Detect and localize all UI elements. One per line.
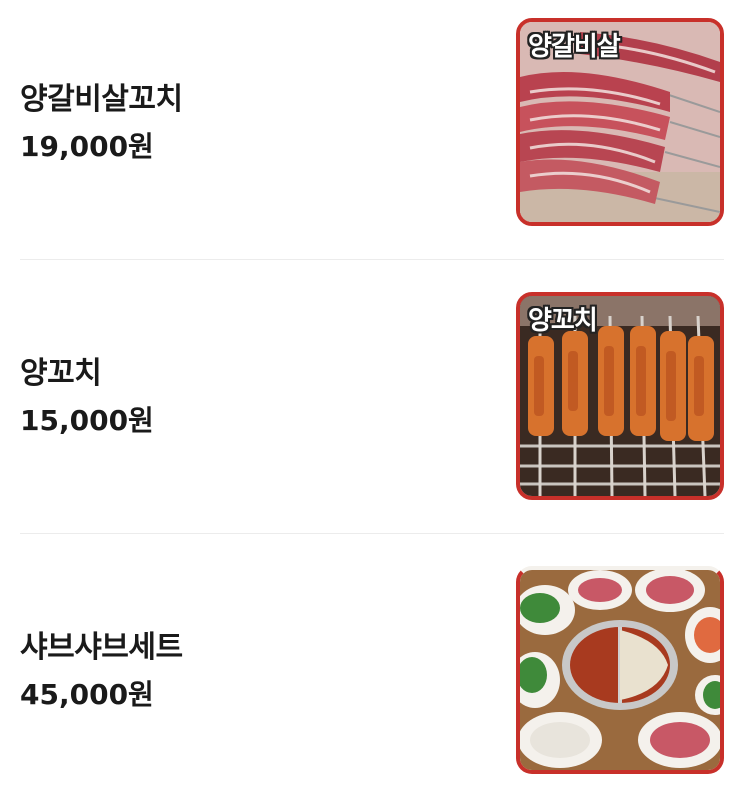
menu-item-text: 샤브샤브세트 45,000원 xyxy=(20,534,183,808)
menu-item-lamb-skewer[interactable]: 양꼬치 15,000원 양꼬치 xyxy=(20,260,724,534)
menu-item-price: 15,000원 xyxy=(20,404,154,437)
hotpot-shabu-set-photo xyxy=(520,570,720,770)
menu-item-price: 45,000원 xyxy=(20,678,154,711)
menu-item-text: 양꼬치 15,000원 xyxy=(20,260,154,534)
menu-item-name: 양꼬치 xyxy=(20,356,102,391)
menu-item-image[interactable] xyxy=(516,566,724,774)
menu-item-text: 양갈비살꼬치 19,000원 xyxy=(20,0,183,260)
menu-item-image[interactable]: 양갈비살 xyxy=(516,18,724,226)
menu-item-image[interactable]: 양꼬치 xyxy=(516,292,724,500)
image-caption: 양꼬치 xyxy=(528,306,598,336)
menu-item-shabu-set[interactable]: 샤브샤브세트 45,000원 xyxy=(20,534,724,808)
menu-item-name: 샤브샤브세트 xyxy=(20,630,183,665)
image-caption: 양갈비살 xyxy=(528,32,621,62)
menu-item-name: 양갈비살꼬치 xyxy=(20,82,183,117)
menu-item-lamb-rib-skewer[interactable]: 양갈비살꼬치 19,000원 양갈비살 xyxy=(20,0,724,260)
menu-list: 양갈비살꼬치 19,000원 양갈비살 양꼬치 15,000원 양꼬치 샤브샤브… xyxy=(0,0,744,804)
menu-item-price: 19,000원 xyxy=(20,130,154,163)
